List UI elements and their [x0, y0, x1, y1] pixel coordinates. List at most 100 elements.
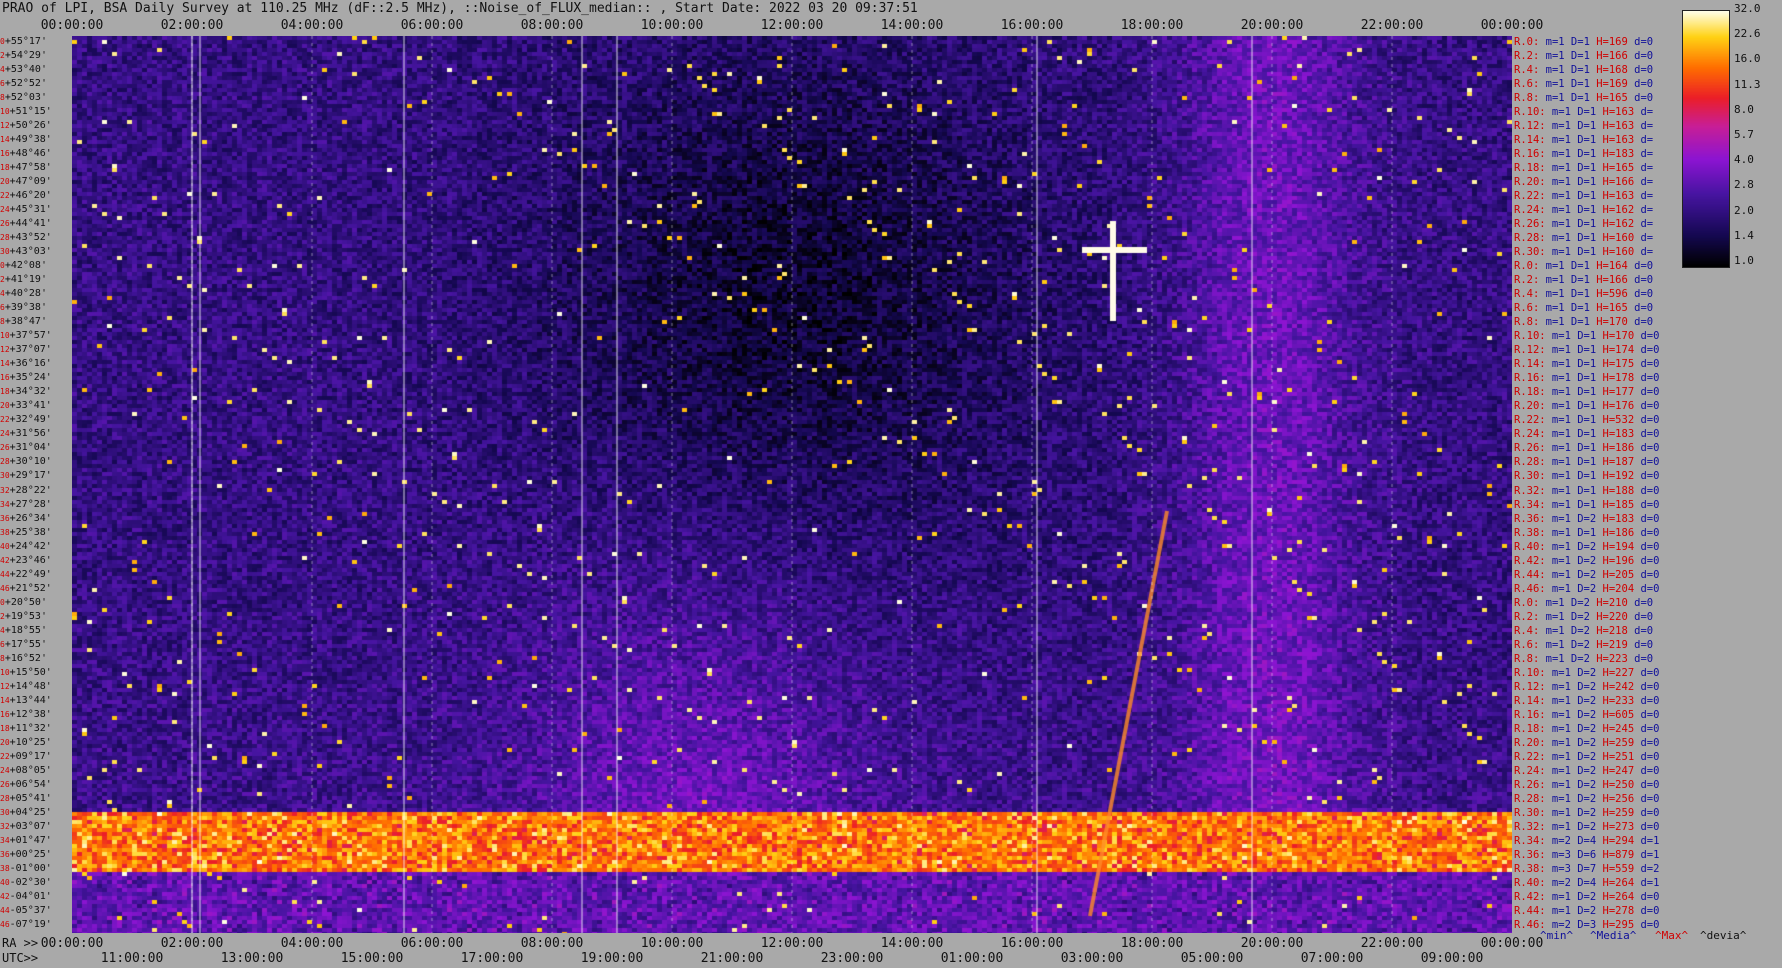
- dec-value: +31°56': [9, 428, 52, 440]
- ra-tick-label: 00:00:00: [40, 936, 104, 951]
- row-stat-m: 1: [1564, 554, 1571, 567]
- dec-value: +38°47': [4, 316, 47, 328]
- row-stat-key: R.22:: [1514, 750, 1546, 763]
- ra-tick-label: 16:00:00: [1000, 936, 1064, 951]
- row-stat-H: 177: [1615, 386, 1635, 399]
- row-stat-m: 1: [1564, 694, 1571, 707]
- dec-tick-label: 44-05°37': [0, 905, 52, 916]
- row-stat-H: 192: [1615, 470, 1635, 483]
- row-stat-m: 1: [1564, 148, 1571, 161]
- row-stat: R.22: m=1 D=2 H=251 d=0: [1514, 750, 1660, 763]
- colorbar-tick-label: 22.6: [1734, 27, 1761, 41]
- row-stat-H: 183: [1615, 512, 1635, 525]
- dec-tick-label: 28+30°10': [0, 456, 52, 467]
- dec-index: 46: [0, 919, 10, 929]
- row-stat: R.6: m=1 D=1 H=165 d=0: [1514, 302, 1654, 315]
- dec-value: +50°26': [9, 120, 52, 132]
- row-stat-m: 1: [1564, 778, 1571, 791]
- row-stat-key: R.14:: [1514, 358, 1546, 371]
- row-stat-H: 220: [1608, 610, 1628, 623]
- row-stat: R.8: m=1 D=1 H=170 d=0: [1514, 316, 1654, 329]
- dec-tick-label: 36+26°34': [0, 513, 52, 524]
- dec-index: 32: [0, 485, 10, 495]
- legend-item: ^devia^: [1700, 929, 1747, 942]
- row-stat-m: 1: [1564, 666, 1571, 679]
- dec-tick-label: 6+17°55': [0, 639, 47, 650]
- row-stat-H: 879: [1615, 848, 1635, 861]
- legend-item: ^min^: [1540, 929, 1574, 942]
- row-stat-m: 1: [1564, 134, 1571, 147]
- dec-index: 40: [0, 541, 10, 551]
- row-stat-H: 187: [1615, 456, 1635, 469]
- dec-tick-label: 2+19°53': [0, 611, 47, 622]
- row-stat-H-label: H=: [1596, 134, 1616, 147]
- row-stat-m: 1: [1564, 232, 1571, 245]
- row-stat-key: R.10:: [1514, 666, 1546, 679]
- dec-value: +25°38': [9, 526, 52, 538]
- row-stat-H-label: H=: [1596, 792, 1616, 805]
- utc-tick-label: 11:00:00: [100, 951, 164, 966]
- row-stat-H-label: H=: [1596, 442, 1616, 455]
- row-stat-H-label: H=: [1596, 540, 1616, 553]
- utc-tick-label: 23:00:00: [820, 951, 884, 966]
- ra-tick-label: 14:00:00: [880, 936, 944, 951]
- row-stat: R.16: m=1 D=1 H=178 d=0: [1514, 372, 1660, 385]
- row-stat-m: 1: [1558, 50, 1565, 63]
- dec-value: +33°41': [9, 400, 52, 412]
- dec-value: +47°58': [9, 162, 52, 174]
- row-stat-d: 0: [1653, 540, 1660, 553]
- row-stat-d: 0: [1653, 666, 1660, 679]
- utc-tick-label: 21:00:00: [700, 951, 764, 966]
- row-stat-key: R.0:: [1514, 596, 1540, 609]
- row-stat-m: 1: [1558, 316, 1565, 329]
- dec-tick-label: 32+03°07': [0, 821, 52, 832]
- row-stat-H: 559: [1615, 862, 1635, 875]
- row-stat-key: R.28:: [1514, 232, 1546, 245]
- row-stat-H: 165: [1615, 162, 1635, 175]
- row-stat-H: 204: [1615, 582, 1635, 595]
- heatmap-plot[interactable]: [72, 36, 1512, 933]
- dec-index: 26: [0, 779, 10, 789]
- row-stat-H-label: H=: [1589, 288, 1609, 301]
- dec-tick-label: 12+14°48': [0, 681, 52, 692]
- row-stat-key: R.6:: [1514, 78, 1540, 91]
- dec-value: +41°19': [4, 274, 47, 286]
- dec-index: 34: [0, 499, 10, 509]
- row-stat-H: 194: [1615, 540, 1635, 553]
- row-stat-H: 210: [1608, 596, 1628, 609]
- row-stat-d: 0: [1653, 554, 1660, 567]
- row-stat: R.36: m=1 D=2 H=183 d=0: [1514, 512, 1660, 525]
- dec-value: +54°29': [4, 50, 47, 62]
- row-stat-H-label: H=: [1596, 218, 1616, 231]
- dec-tick-label: 18+34°32': [0, 386, 52, 397]
- dec-value: +28°22': [9, 484, 52, 496]
- top-tick-label: 00:00:00: [40, 18, 104, 33]
- dec-index: 18: [0, 723, 10, 733]
- dec-index: 40: [0, 877, 10, 887]
- row-stat-H: 259: [1615, 736, 1635, 749]
- dec-tick-label: 6+39°38': [0, 302, 47, 313]
- dec-tick-label: 16+35°24': [0, 372, 52, 383]
- dec-index: 24: [0, 429, 10, 439]
- row-stat: R.42: m=1 D=2 H=264 d=0: [1514, 890, 1660, 903]
- top-tick-label: 12:00:00: [760, 18, 824, 33]
- row-stat-m: 3: [1564, 862, 1571, 875]
- dec-value: +12°38': [9, 708, 52, 720]
- dec-tick-label: 16+48°46': [0, 148, 52, 159]
- dec-tick-label: 16+12°38': [0, 709, 52, 720]
- row-stat-m: 2: [1564, 834, 1571, 847]
- row-stat-H-label: H=: [1596, 722, 1616, 735]
- utc-tick-label: 17:00:00: [460, 951, 524, 966]
- row-stat-H-label: H=: [1596, 904, 1616, 917]
- row-stat-H-label: H=: [1596, 582, 1616, 595]
- row-stat-d: 1: [1653, 876, 1660, 889]
- dec-index: 20: [0, 177, 10, 187]
- row-stat-key: R.22:: [1514, 190, 1546, 203]
- row-stat-H: 196: [1615, 554, 1635, 567]
- row-stat-m: 1: [1564, 330, 1571, 343]
- dec-tick-label: 24+45°31': [0, 204, 52, 215]
- dec-value: +37°07': [9, 344, 52, 356]
- row-stat-m: 1: [1564, 498, 1571, 511]
- ra-tick-label: 04:00:00: [280, 936, 344, 951]
- row-stat-H-label: H=: [1589, 78, 1609, 91]
